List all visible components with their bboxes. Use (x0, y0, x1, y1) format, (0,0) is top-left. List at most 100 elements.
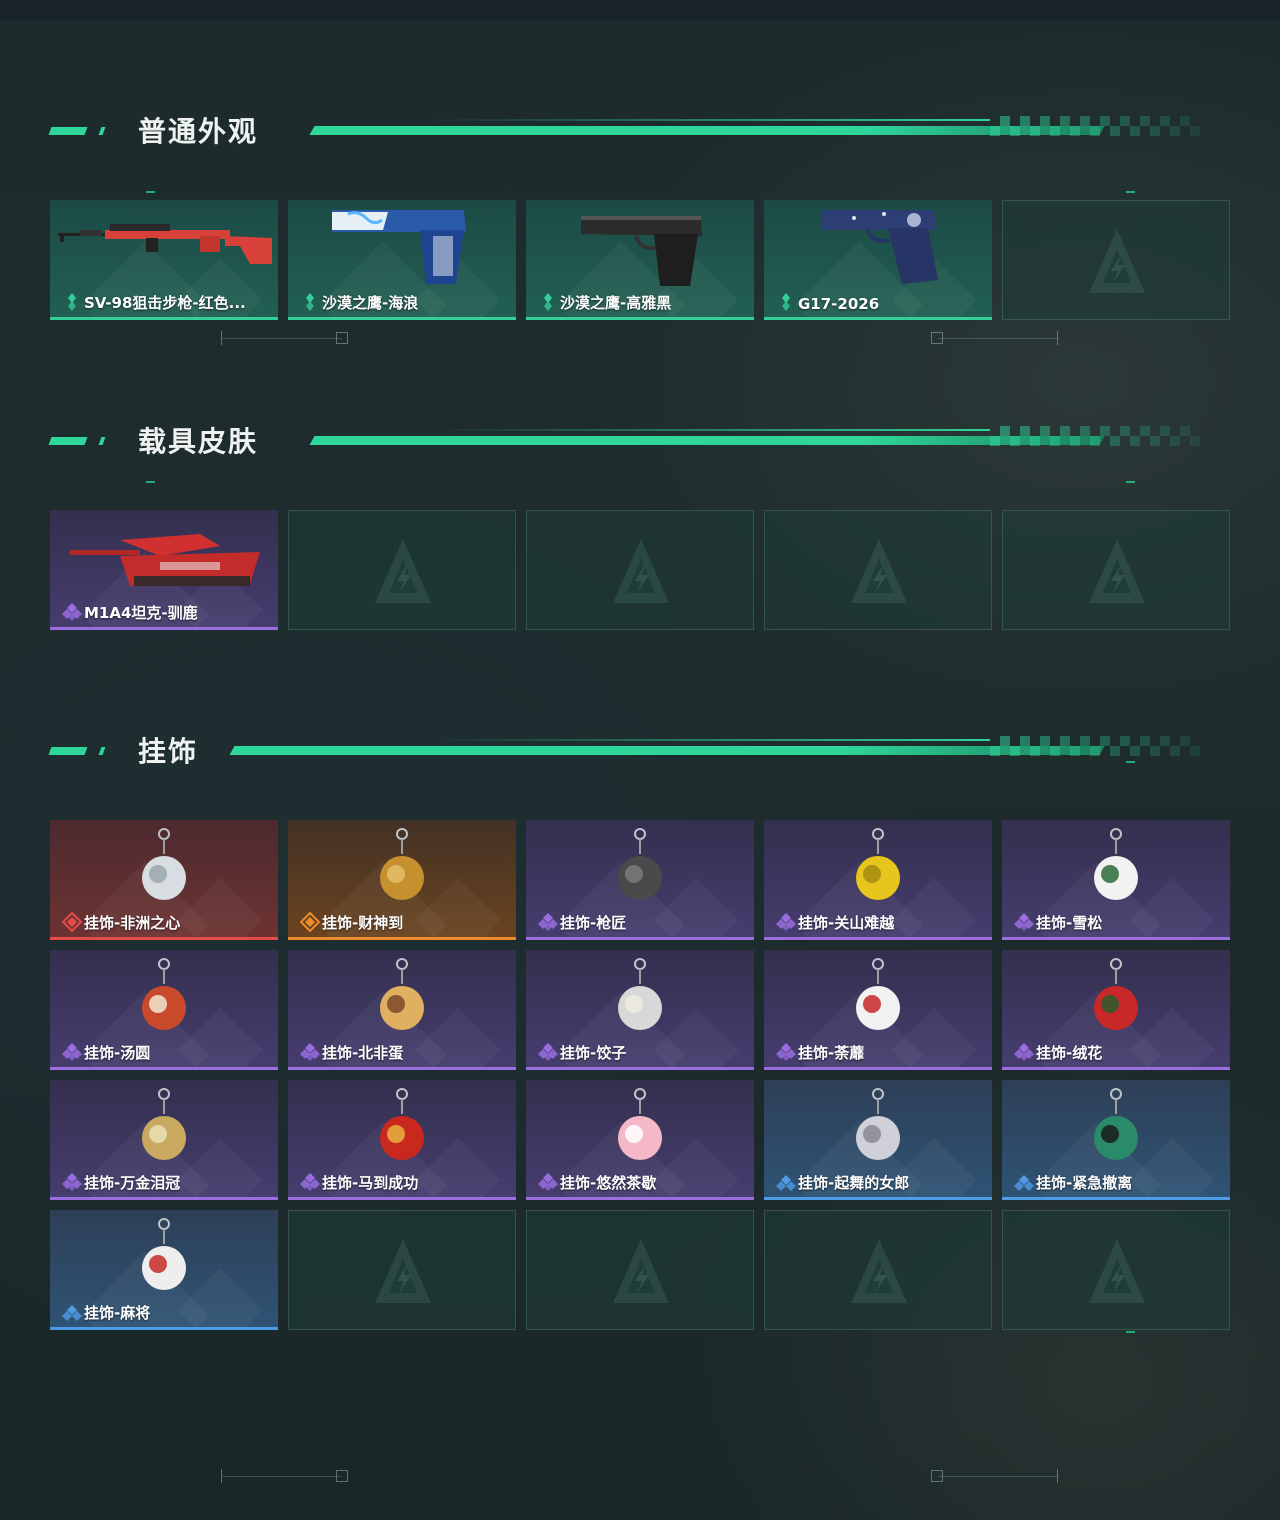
item-card[interactable]: 挂饰-起舞的女郎 (764, 1080, 992, 1200)
deco-line (938, 1476, 1058, 1477)
deco-dash (1126, 1331, 1135, 1333)
empty-slot[interactable] (288, 510, 516, 630)
item-card[interactable]: 挂饰-枪匠 (526, 820, 754, 940)
item-card[interactable]: 挂饰-万金泪冠 (50, 1080, 278, 1200)
item-label: 挂饰-关山难越 (798, 914, 895, 932)
item-card[interactable]: M1A4坦克-驯鹿 (50, 510, 278, 630)
rarity-purple-icon (62, 1042, 82, 1062)
item-label: G17-2026 (798, 295, 880, 313)
rarity-purple-icon (62, 1172, 82, 1192)
rarity-purple-icon (538, 912, 558, 932)
item-card[interactable]: 挂饰-雪松 (1002, 820, 1230, 940)
rarity-purple-icon (538, 1042, 558, 1062)
empty-slot[interactable] (764, 1210, 992, 1330)
item-card[interactable]: 挂饰-北非蛋 (288, 950, 516, 1070)
item-label: 挂饰-荼蘼 (798, 1044, 865, 1062)
rarity-blue-icon (62, 1302, 82, 1322)
item-card[interactable]: 挂饰-绒花 (1002, 950, 1230, 1070)
deco-square (336, 332, 348, 344)
rarity-bar (50, 627, 278, 630)
deco-dash (1126, 481, 1135, 483)
rarity-green-icon (62, 292, 82, 312)
rarity-red-icon (61, 911, 83, 933)
rarity-purple-icon (1014, 1042, 1034, 1062)
rarity-bar (288, 317, 516, 320)
empty-slot[interactable] (1002, 200, 1230, 320)
deco-line (938, 338, 1058, 339)
item-label: 挂饰-财神到 (322, 914, 404, 932)
deco-square (931, 332, 943, 344)
item-card[interactable]: 挂饰-非洲之心 (50, 820, 278, 940)
item-card[interactable]: G17-2026 (764, 200, 992, 320)
item-card[interactable]: SV-98狙击步枪-红色... (50, 200, 278, 320)
item-label: 挂饰-非洲之心 (84, 914, 181, 932)
deco-tick (1057, 1469, 1058, 1483)
item-label: 挂饰-枪匠 (560, 914, 627, 932)
section-title: 挂饰 (138, 735, 199, 768)
rarity-bar (526, 1067, 754, 1070)
rarity-purple-icon (776, 1042, 796, 1062)
rarity-purple-icon (538, 1172, 558, 1192)
item-card[interactable]: 挂饰-悠然茶歇 (526, 1080, 754, 1200)
rarity-bar (50, 937, 278, 940)
item-label: 挂饰-马到成功 (322, 1174, 419, 1192)
deco-square (336, 1470, 348, 1482)
deco-square (931, 1470, 943, 1482)
section-header-appearance: 普通外观 (0, 110, 1280, 160)
rarity-bar (764, 317, 992, 320)
deco-tick (221, 1469, 222, 1483)
rarity-blue-icon (776, 1172, 796, 1192)
rarity-bar (764, 1067, 992, 1070)
item-label: 挂饰-饺子 (560, 1044, 627, 1062)
rarity-bar (50, 1067, 278, 1070)
rarity-bar (1002, 1197, 1230, 1200)
item-card[interactable]: 沙漠之鹰-高雅黑 (526, 200, 754, 320)
empty-slot[interactable] (526, 1210, 754, 1330)
rarity-green-icon (776, 292, 796, 312)
rarity-bar (50, 317, 278, 320)
empty-slot[interactable] (764, 510, 992, 630)
rarity-bar (526, 1197, 754, 1200)
rarity-bar (50, 1327, 278, 1330)
section-header-vehicle: 载具皮肤 (0, 420, 1280, 470)
rarity-purple-icon (1014, 912, 1034, 932)
rarity-purple-icon (62, 602, 82, 622)
rarity-bar (288, 937, 516, 940)
item-card[interactable]: 挂饰-汤圆 (50, 950, 278, 1070)
rarity-blue-icon (1014, 1172, 1034, 1192)
item-card[interactable]: 挂饰-马到成功 (288, 1080, 516, 1200)
item-label: 挂饰-北非蛋 (322, 1044, 404, 1062)
rarity-bar (526, 937, 754, 940)
empty-slot[interactable] (1002, 510, 1230, 630)
empty-slot[interactable] (288, 1210, 516, 1330)
item-card[interactable]: 挂饰-财神到 (288, 820, 516, 940)
item-card[interactable]: 挂饰-关山难越 (764, 820, 992, 940)
item-card[interactable]: 挂饰-荼蘼 (764, 950, 992, 1070)
deco-line (222, 1476, 342, 1477)
rarity-bar (526, 317, 754, 320)
item-label: M1A4坦克-驯鹿 (84, 604, 198, 622)
item-label: 沙漠之鹰-高雅黑 (560, 294, 672, 312)
deco-line (222, 338, 342, 339)
item-label: 挂饰-绒花 (1036, 1044, 1103, 1062)
deco-dash (146, 191, 155, 193)
rarity-bar (764, 1197, 992, 1200)
rarity-purple-icon (776, 912, 796, 932)
empty-slot[interactable] (1002, 1210, 1230, 1330)
rarity-purple-icon (300, 1172, 320, 1192)
item-label: 挂饰-紧急撤离 (1036, 1174, 1133, 1192)
section-title: 普通外观 (138, 115, 259, 148)
rarity-purple-icon (300, 1042, 320, 1062)
rarity-bar (1002, 1067, 1230, 1070)
item-card[interactable]: 挂饰-饺子 (526, 950, 754, 1070)
rarity-bar (288, 1197, 516, 1200)
section-header-charms: 挂饰 (0, 730, 1280, 780)
item-label: 挂饰-悠然茶歇 (560, 1174, 657, 1192)
top-bar (0, 0, 1280, 20)
rarity-green-icon (538, 292, 558, 312)
item-card[interactable]: 挂饰-麻将 (50, 1210, 278, 1330)
item-card[interactable]: 挂饰-紧急撤离 (1002, 1080, 1230, 1200)
section-title: 载具皮肤 (138, 425, 259, 458)
empty-slot[interactable] (526, 510, 754, 630)
item-card[interactable]: 沙漠之鹰-海浪 (288, 200, 516, 320)
